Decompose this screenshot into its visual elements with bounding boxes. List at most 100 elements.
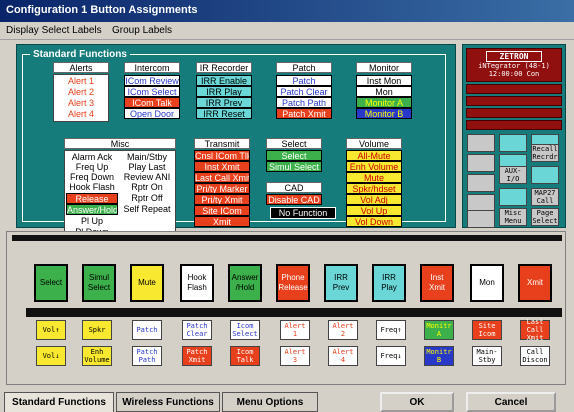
ok-button[interactable]: OK [380, 392, 454, 412]
hook-flash[interactable]: Hook Flash [66, 182, 118, 192]
menu-group-labels[interactable]: Group Labels [112, 25, 172, 36]
select[interactable]: Select [266, 150, 322, 161]
mon[interactable]: Mon [356, 86, 412, 97]
key-patch-xmit[interactable]: Patch Xmit [182, 346, 212, 366]
alert-2[interactable]: Alert 2 [55, 87, 107, 97]
key-irr-play[interactable]: IRR Play [372, 264, 406, 302]
mute[interactable]: Mute [346, 172, 402, 183]
patch[interactable]: Patch [276, 75, 332, 86]
irr-play[interactable]: IRR Play [196, 86, 252, 97]
key-phone-release[interactable]: Phone Release [276, 264, 310, 302]
self-repeat[interactable]: Self Repeat [120, 204, 174, 214]
alert-1[interactable]: Alert 1 [55, 76, 107, 86]
key-inst-xmit[interactable]: Inst Xmit [420, 264, 454, 302]
key-alert-2[interactable]: Alert 2 [328, 320, 358, 340]
key-icom-select[interactable]: Icom Select [230, 320, 260, 340]
icom-select[interactable]: ICom Select [124, 86, 180, 97]
answer-hold[interactable]: Answer/Hold [66, 204, 118, 215]
inst-xmit[interactable]: Inst Xmit [194, 161, 250, 172]
vol-adj[interactable]: Vol Adj [346, 194, 402, 205]
misc-menu-key[interactable]: Misc Menu [499, 208, 527, 226]
menu-display-select-labels[interactable]: Display Select Labels [6, 25, 102, 36]
key-simul-select[interactable]: Simul Select [82, 264, 116, 302]
key-xmit[interactable]: Xmit [518, 264, 552, 302]
console-key-2[interactable] [499, 134, 527, 152]
console-key-1[interactable] [467, 134, 495, 152]
console-key-11[interactable] [467, 210, 495, 228]
tab-wireless-functions[interactable]: Wireless Functions [116, 392, 220, 412]
icom-talk[interactable]: ICom Talk [124, 97, 180, 108]
key-select[interactable]: Select [34, 264, 68, 302]
irr-reset[interactable]: IRR Reset [196, 108, 252, 119]
key-mon[interactable]: Mon [470, 264, 504, 302]
patch-clear[interactable]: Patch Clear [276, 86, 332, 97]
spkr-hdset[interactable]: Spkr/hdset [346, 183, 402, 194]
alert-3[interactable]: Alert 3 [55, 98, 107, 108]
release[interactable]: Release [66, 193, 118, 204]
recall-recrdr-key[interactable]: Recall Recrdr [531, 144, 559, 162]
play-last[interactable]: Play Last [120, 162, 174, 172]
cancel-button[interactable]: Cancel [466, 392, 556, 412]
key-patch-path[interactable]: Patch Path [132, 346, 162, 366]
last-call-xmit[interactable]: Last Call Xmit [194, 172, 250, 183]
disable-cad[interactable]: Disable CAD [266, 194, 322, 205]
key-spkr[interactable]: Spkr [82, 320, 112, 340]
console-key-8[interactable] [531, 166, 559, 184]
patch-xmit[interactable]: Patch Xmit [276, 108, 332, 119]
cnsl-icom-tlk[interactable]: Cnsl ICom Tlk [194, 150, 250, 161]
key-alert-4[interactable]: Alert 4 [328, 346, 358, 366]
key-site-icom[interactable]: Site Icom [472, 320, 502, 340]
patch-path[interactable]: Patch Path [276, 97, 332, 108]
all-mute[interactable]: All-Mute [346, 150, 402, 161]
prity-xmit[interactable]: Pri/ty Xmit [194, 194, 250, 205]
open-door[interactable]: Open Door [124, 108, 180, 119]
key-main-stby[interactable]: Main- Stby [472, 346, 502, 366]
simul-select[interactable]: Simul Select [266, 161, 322, 172]
inst-mon[interactable]: Inst Mon [356, 75, 412, 86]
key-monitor-a[interactable]: Monitr A [424, 320, 454, 340]
vol-up[interactable]: Vol Up [346, 205, 402, 216]
page-select-key[interactable]: Page Select [531, 208, 559, 226]
console-key-4[interactable] [467, 154, 495, 172]
irr-prev[interactable]: IRR Prev [196, 97, 252, 108]
alert-4[interactable]: Alert 4 [55, 109, 107, 119]
key-enh-volume[interactable]: Enh Volume [82, 346, 112, 366]
key-last-call-xmit[interactable]: Last Call Xmit [520, 318, 550, 342]
review-ani[interactable]: Review ANI [120, 172, 174, 182]
key-alert-1[interactable]: Alert 1 [280, 320, 310, 340]
rptr-on[interactable]: Rptr On [120, 182, 174, 192]
freq-up[interactable]: Freq Up [66, 162, 118, 172]
key-hook-flash[interactable]: Hook Flash [180, 264, 214, 302]
console-key-7[interactable] [467, 174, 495, 192]
key-alert-3[interactable]: Alert 3 [280, 346, 310, 366]
key-vol-down[interactable]: Vol↓ [36, 346, 66, 366]
aux-io-key[interactable]: AUX- I/O [499, 166, 527, 184]
console-key-10[interactable] [499, 188, 527, 206]
tab-menu-options[interactable]: Menu Options [222, 392, 318, 412]
monitor-a[interactable]: Monitor A [356, 97, 412, 108]
key-answer-hold[interactable]: Answer /Hold [228, 264, 262, 302]
alarm-ack[interactable]: Alarm Ack [66, 152, 118, 162]
key-icom-talk[interactable]: Icom Talk [230, 346, 260, 366]
no-function[interactable]: No Function [270, 207, 336, 219]
freq-down[interactable]: Freq Down [66, 172, 118, 182]
pl-up[interactable]: Pl Up [66, 216, 118, 226]
key-freq-up[interactable]: Freq↑ [376, 320, 406, 340]
icom-review[interactable]: ICom Review [124, 75, 180, 86]
rptr-off[interactable]: Rptr Off [120, 193, 174, 203]
map27-call-key[interactable]: MAP27 Call [531, 188, 559, 206]
key-irr-prev[interactable]: IRR Prev [324, 264, 358, 302]
key-patch[interactable]: Patch [132, 320, 162, 340]
prity-marker[interactable]: Pri/ty Marker [194, 183, 250, 194]
key-mute[interactable]: Mute [130, 264, 164, 302]
key-freq-down[interactable]: Freq↓ [376, 346, 406, 366]
irr-enable[interactable]: IRR Enable [196, 75, 252, 86]
vol-down[interactable]: Vol Down [346, 216, 402, 227]
xmit[interactable]: Xmit [194, 216, 250, 227]
tab-standard-functions[interactable]: Standard Functions [4, 392, 114, 412]
site-icom[interactable]: Site ICom [194, 205, 250, 216]
key-monitor-b[interactable]: Monitr B [424, 346, 454, 366]
enh-volume[interactable]: Enh Volume [346, 161, 402, 172]
key-call-discon[interactable]: Call Discon [520, 346, 550, 366]
key-vol-up[interactable]: Vol↑ [36, 320, 66, 340]
